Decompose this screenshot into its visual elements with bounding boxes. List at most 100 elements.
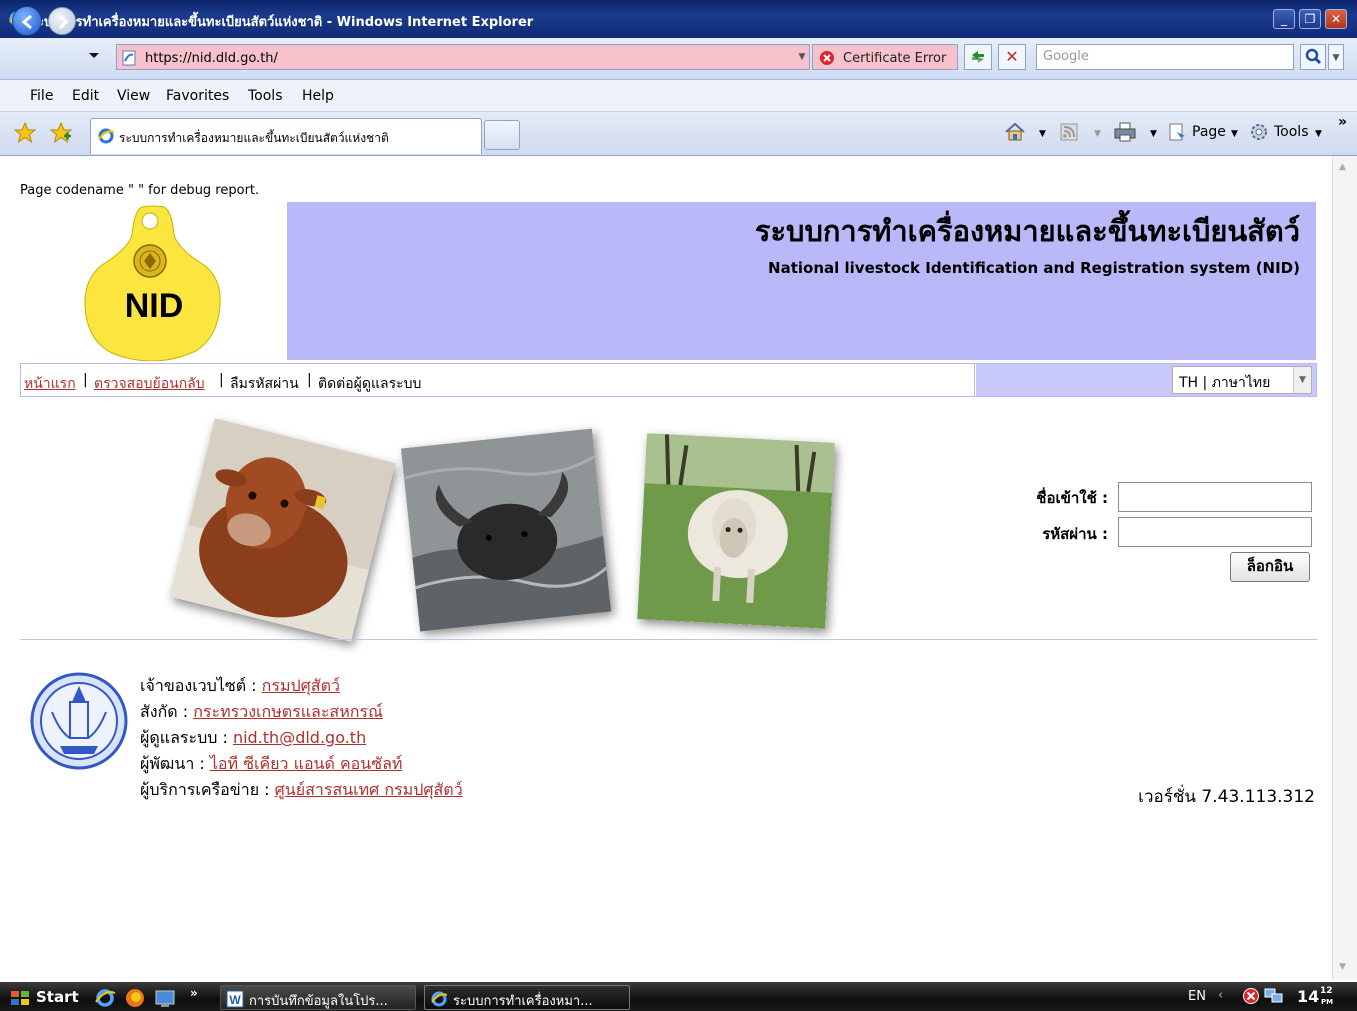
network-label: ผู้บริการเครือข่าย : xyxy=(140,780,275,799)
menu-edit[interactable]: Edit xyxy=(72,88,99,104)
gear-icon xyxy=(1251,124,1267,140)
certificate-error-button[interactable]: Certificate Error xyxy=(812,44,958,70)
home-icon[interactable] xyxy=(1004,121,1026,143)
home-dropdown-icon[interactable]: ▼ xyxy=(1039,129,1046,139)
menu-favorites[interactable]: Favorites xyxy=(166,88,229,104)
developer-label: ผู้พัฒนา : xyxy=(140,754,210,773)
menu-view[interactable]: View xyxy=(117,88,150,104)
address-dropdown-icon[interactable]: ▼ xyxy=(794,44,810,70)
buffalo-photo xyxy=(400,428,612,632)
minimize-button[interactable]: _ xyxy=(1273,9,1295,29)
affiliation-link[interactable]: กระทรวงเกษตรและสหกรณ์ xyxy=(193,702,383,721)
show-desktop-icon[interactable] xyxy=(154,987,176,1009)
scroll-up-icon[interactable]: ▲ xyxy=(1339,162,1346,172)
stop-button[interactable]: ✕ xyxy=(998,44,1026,70)
security-alert-icon[interactable] xyxy=(1242,987,1260,1005)
page-menu[interactable]: Page xyxy=(1192,124,1226,140)
owner-label: เจ้าของเวบไซต์ : xyxy=(140,676,262,695)
scroll-down-icon[interactable]: ▼ xyxy=(1339,962,1346,972)
login-button[interactable]: ล็อกอิน xyxy=(1230,552,1310,582)
banner-title: ระบบการทำเครื่องหมายและขึ้นทะเบียนสัตว์ xyxy=(754,214,1300,248)
nav-links: หน้าแรก | ตรวจสอบย้อนกลับ | ลืมรหัสผ่าน … xyxy=(21,364,975,396)
print-dropdown-icon[interactable]: ▼ xyxy=(1150,129,1157,139)
language-select[interactable]: TH | ภาษาไทย ▼ xyxy=(1172,366,1312,394)
start-button[interactable]: Start xyxy=(6,985,80,1009)
tray-expand-icon[interactable]: ‹ xyxy=(1218,988,1223,1003)
favorites-star-icon[interactable] xyxy=(14,122,36,144)
maximize-button[interactable]: ❐ xyxy=(1299,9,1321,29)
network-icon[interactable] xyxy=(1264,987,1284,1005)
word-document-icon: W xyxy=(226,990,244,1008)
tools-dropdown-icon[interactable]: ▼ xyxy=(1315,129,1322,139)
nav-separator: | xyxy=(219,372,224,388)
taskbar xyxy=(0,982,1357,1011)
close-button[interactable]: ✕ xyxy=(1325,9,1347,29)
network-link[interactable]: ศูนย์สารสนเทศ กรมปศุสัตว์ xyxy=(275,780,463,799)
forward-button[interactable] xyxy=(48,7,76,35)
nav-forgot-password[interactable]: ลืมรหัสผ่าน xyxy=(230,373,299,395)
chevron-down-icon[interactable]: ▼ xyxy=(1293,367,1311,393)
info-owner: เจ้าของเวบไซต์ : กรมปศุสัตว์ xyxy=(140,674,340,699)
taskbar-item-browser-label: ระบบการทำเครื่องหมา... xyxy=(453,994,593,1009)
username-input[interactable] xyxy=(1118,482,1312,512)
feeds-dropdown-icon[interactable]: ▼ xyxy=(1094,129,1101,139)
language-selected: TH | ภาษาไทย xyxy=(1179,375,1271,391)
header-banner: ระบบการทำเครื่องหมายและขึ้นทะเบียนสัตว์ … xyxy=(287,202,1316,360)
search-input[interactable]: Google xyxy=(1036,44,1294,70)
info-network: ผู้บริการเครือข่าย : ศูนย์สารสนเทศ กรมปศ… xyxy=(140,778,463,803)
tools-menu[interactable]: Tools xyxy=(1274,124,1309,140)
address-input[interactable]: https://nid.dld.go.th/ xyxy=(116,44,810,70)
search-button[interactable] xyxy=(1300,44,1326,70)
debug-text: Page codename " " for debug report. xyxy=(20,183,260,198)
version-text: เวอร์ชั่น 7.43.113.312 xyxy=(1138,787,1315,807)
info-admin: ผู้ดูแลระบบ : nid.th@dld.go.th xyxy=(140,726,366,751)
nav-home-link[interactable]: หน้าแรก xyxy=(24,373,76,395)
owner-link[interactable]: กรมปศุสัตว์ xyxy=(262,676,340,695)
info-developer: ผู้พัฒนา : ไอที ซีเคียว แอนด์ คอนซัลท์ xyxy=(140,752,402,777)
tab-nid[interactable]: ระบบการทำเครื่องหมายและขึ้นทะเบียนสัตว์แ… xyxy=(90,118,482,154)
taskbar-item-word[interactable]: W การบันทึกข้อมูลในโปร... xyxy=(220,985,416,1010)
page-dropdown-icon[interactable]: ▼ xyxy=(1231,129,1238,139)
add-favorite-icon[interactable] xyxy=(50,122,72,144)
search-options-dropdown-icon[interactable]: ▼ xyxy=(1328,44,1344,70)
banner-subtitle: National livestock Identification and Re… xyxy=(768,259,1300,277)
nid-ear-tag-logo: NID xyxy=(84,205,221,361)
clock-minute: 12 xyxy=(1320,986,1333,996)
search-icon xyxy=(1305,48,1322,65)
menu-help[interactable]: Help xyxy=(302,88,334,104)
print-icon[interactable] xyxy=(1114,122,1136,142)
start-label: Start xyxy=(36,988,79,1006)
feeds-icon[interactable] xyxy=(1060,123,1078,141)
menu-file[interactable]: File xyxy=(30,88,53,104)
recent-pages-dropdown-icon[interactable] xyxy=(88,52,100,60)
site-navigation: หน้าแรก | ตรวจสอบย้อนกลับ | ลืมรหัสผ่าน … xyxy=(20,363,1317,397)
svg-text:W: W xyxy=(229,993,241,1007)
internet-explorer-icon[interactable] xyxy=(94,987,116,1009)
arrow-right-icon xyxy=(58,14,69,30)
refresh-icon xyxy=(972,51,984,63)
toolbar-overflow-button[interactable]: » xyxy=(1338,114,1347,130)
nav-contact-admin[interactable]: ติดต่อผู้ดูแลระบบ xyxy=(318,373,421,395)
admin-email-link[interactable]: nid.th@dld.go.th xyxy=(233,728,366,747)
tray-language-indicator[interactable]: EN xyxy=(1188,989,1206,1004)
nav-traceback-link[interactable]: ตรวจสอบย้อนกลับ xyxy=(94,373,205,395)
firefox-icon[interactable] xyxy=(124,987,146,1009)
quick-launch-more-button[interactable]: » xyxy=(190,986,198,1000)
windows-logo-icon xyxy=(11,991,29,1005)
menu-tools[interactable]: Tools xyxy=(248,88,283,104)
address-url: https://nid.dld.go.th/ xyxy=(145,51,278,66)
arrow-left-icon xyxy=(21,14,32,30)
taskbar-item-browser[interactable]: ระบบการทำเครื่องหมา... xyxy=(424,985,630,1010)
refresh-button[interactable] xyxy=(964,44,992,70)
page-icon xyxy=(122,50,136,66)
back-button[interactable] xyxy=(12,6,42,36)
new-tab-button[interactable] xyxy=(484,120,520,150)
username-label: ชื่อเข้าใช้ : xyxy=(1036,489,1108,507)
tab-label: ระบบการทำเครื่องหมายและขึ้นทะเบียนสัตว์แ… xyxy=(119,131,389,145)
internet-explorer-icon xyxy=(98,128,115,144)
developer-link[interactable]: ไอที ซีเคียว แอนด์ คอนซัลท์ xyxy=(210,754,403,773)
vertical-scrollbar[interactable]: ▲ ▼ xyxy=(1332,156,1357,980)
certificate-error-label: Certificate Error xyxy=(843,51,947,66)
password-input[interactable] xyxy=(1118,517,1312,547)
clock-hour: 14 xyxy=(1297,987,1320,1006)
